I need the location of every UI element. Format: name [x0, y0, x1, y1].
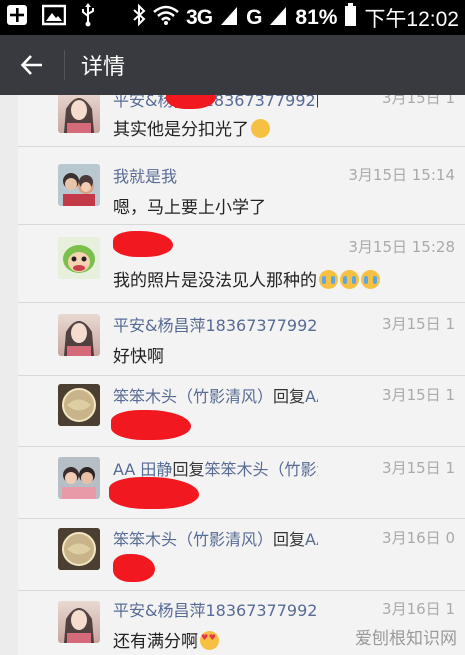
redaction-mark [111, 410, 191, 440]
comment-item[interactable]: 平安&杨■■18367377992回 3月15日 1 其实他是分扣光了 [18, 95, 465, 147]
back-arrow-icon [20, 55, 42, 75]
status-bar: 3G G 81% 下午12:02 [0, 0, 465, 35]
comment-time: 3月15日 1 [382, 315, 455, 333]
crying-emoji-icon [319, 270, 338, 289]
usb-icon [80, 3, 96, 32]
add-notification-icon [6, 4, 28, 31]
avatar[interactable] [58, 384, 100, 426]
comment-time: 3月15日 1 [382, 386, 455, 404]
avatar[interactable] [58, 457, 100, 499]
redaction-mark [113, 231, 173, 257]
crying-emoji-icon [361, 270, 380, 289]
comment-author[interactable]: 笨笨木头（竹影清风）回复AA [113, 526, 318, 550]
wifi-icon [153, 5, 179, 31]
comment-text: 我的照片是没法见人那种的 [113, 266, 380, 291]
avatar[interactable] [58, 528, 100, 570]
smirk-emoji-icon [251, 119, 270, 138]
avatar[interactable] [58, 164, 100, 206]
battery-percent: 81% [295, 5, 338, 29]
comment-item[interactable]: 平安&杨昌萍18367377992回 3月15日 1 好快啊 [18, 303, 465, 376]
comment-time: 3月15日 1 [382, 459, 455, 477]
comment-item[interactable]: 3月15日 15:28 我的照片是没法见人那种的 [18, 225, 465, 303]
back-button[interactable] [0, 35, 64, 95]
image-notification-icon [41, 4, 67, 31]
comment-author[interactable]: 平安&杨昌萍18367377992回 [113, 312, 318, 336]
bluetooth-icon [132, 3, 146, 33]
comment-item[interactable]: 我就是我 3月15日 15:14 嗯，马上要上小学了 [18, 148, 465, 225]
comment-time: 3月16日 1 [382, 600, 455, 618]
network-type-1: 3G [186, 5, 213, 29]
watermark: 爱刨根知识网 [355, 629, 457, 649]
clock: 下午12:02 [364, 7, 459, 31]
signal-icon-2 [268, 4, 288, 32]
signal-icon [219, 4, 239, 32]
avatar[interactable] [58, 601, 100, 643]
redaction-mark [113, 554, 155, 582]
comment-time: 3月15日 1 [382, 95, 455, 107]
avatar[interactable] [58, 95, 100, 133]
comment-time: 3月15日 15:28 [348, 238, 455, 256]
comment-author[interactable]: 平安&杨昌萍18367377992回 [113, 597, 318, 621]
comment-item[interactable]: 笨笨木头（竹影清风）回复AA 3月16日 0 [18, 519, 465, 591]
comment-author[interactable]: 我就是我 [113, 163, 318, 187]
comment-text: 好快啊 [113, 347, 164, 367]
heart-eyes-emoji-icon [200, 631, 219, 650]
comment-author[interactable]: 笨笨木头（竹影清风）回复AA [113, 383, 318, 407]
comment-item[interactable]: AA 田静回复笨笨木头（竹影清… 3月15日 1 [18, 447, 465, 519]
comment-time: 3月16日 0 [382, 529, 455, 547]
comment-time: 3月15日 15:14 [348, 166, 455, 184]
app-bar: 详情 [0, 35, 465, 95]
comment-text: 嗯，马上要上小学了 [113, 198, 266, 218]
comment-list[interactable]: 平安&杨■■18367377992回 3月15日 1 其实他是分扣光了 我就是我… [18, 95, 465, 655]
avatar[interactable] [58, 314, 100, 356]
comment-text: 其实他是分扣光了 [113, 115, 270, 140]
redaction-mark [109, 477, 199, 509]
battery-icon [344, 2, 357, 33]
comment-item[interactable]: 笨笨木头（竹影清风）回复AA 3月15日 1 [18, 376, 465, 447]
comment-text: 还有满分啊 [113, 627, 219, 652]
network-type-2: G [246, 5, 262, 29]
page-title: 详情 [81, 55, 126, 80]
crying-emoji-icon [340, 270, 359, 289]
app-bar-divider [64, 50, 65, 80]
avatar[interactable] [58, 237, 100, 279]
